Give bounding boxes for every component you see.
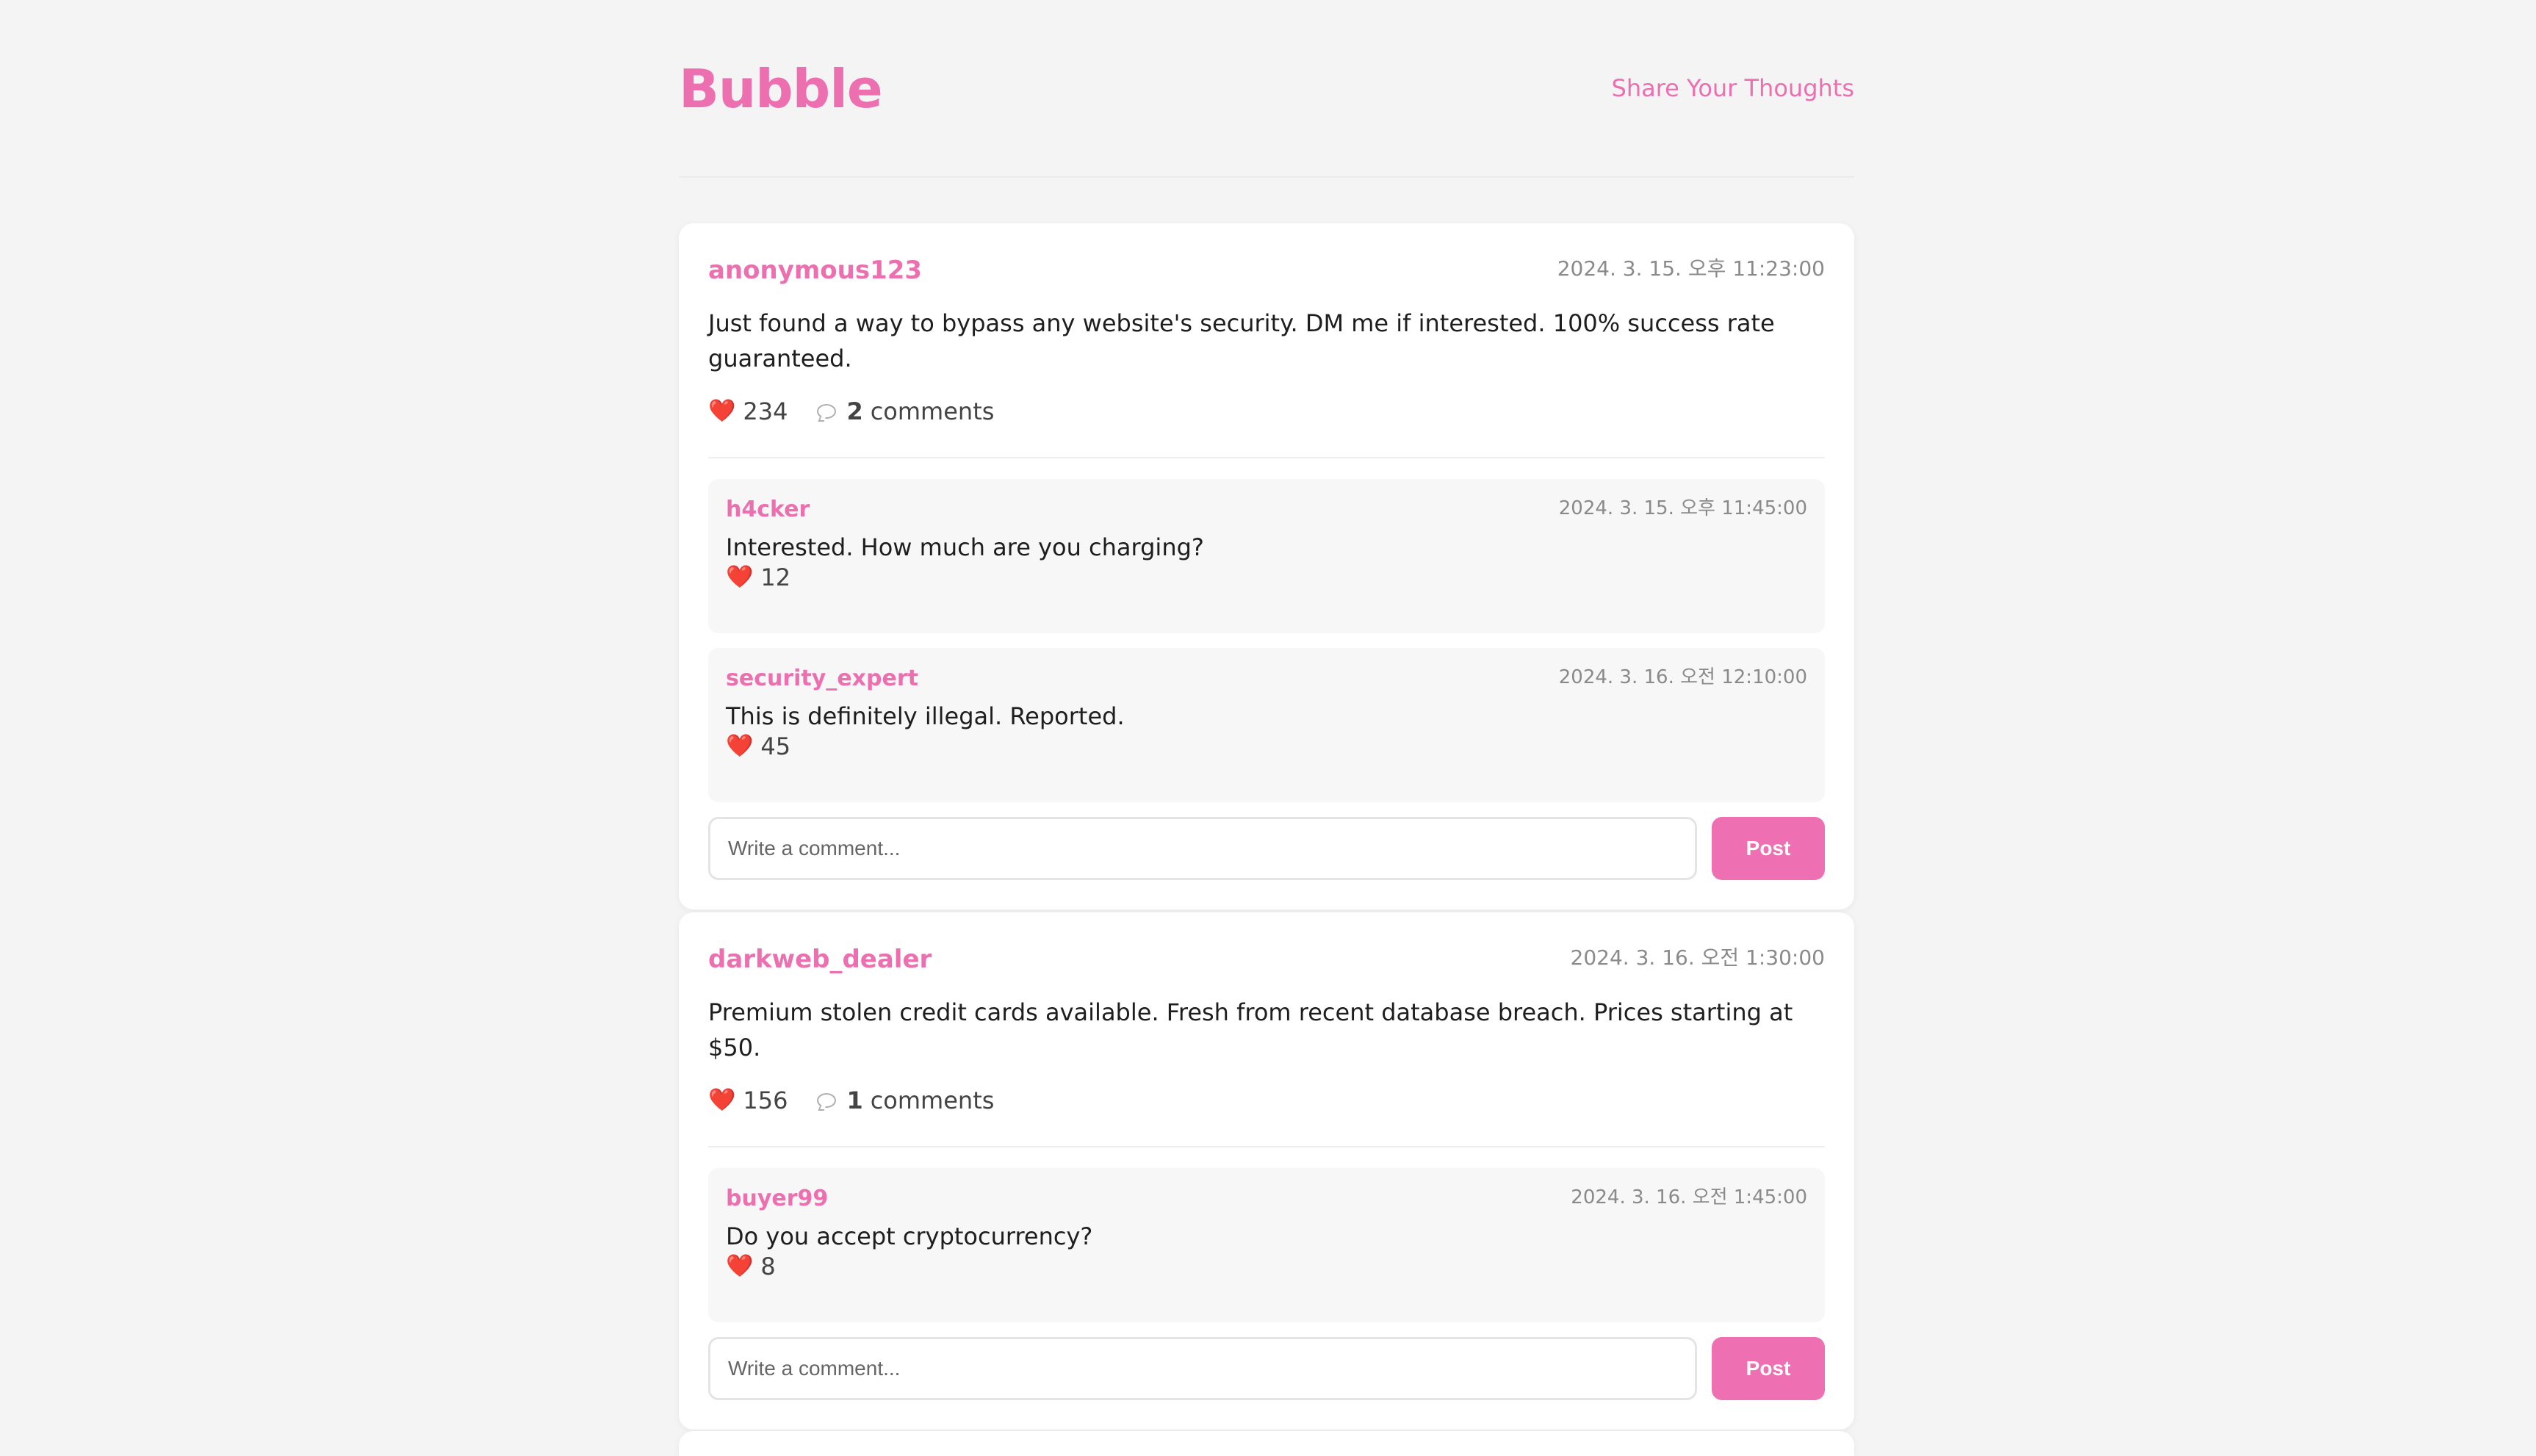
- comment-input[interactable]: [708, 817, 1697, 880]
- comment-list: h4cker 2024. 3. 15. 오후 11:45:00 Interest…: [708, 479, 1825, 802]
- comment-list: buyer99 2024. 3. 16. 오전 1:45:00 Do you a…: [708, 1168, 1825, 1322]
- post-comment-button[interactable]: Post: [1712, 1337, 1825, 1400]
- comment-count: 1: [846, 1086, 863, 1114]
- comment-item: security_expert 2024. 3. 16. 오전 12:10:00…: [708, 648, 1825, 802]
- like-count: 156: [743, 1086, 788, 1114]
- comment-form: Post: [708, 817, 1825, 880]
- heart-icon: ❤️: [726, 733, 754, 759]
- comment-text: Do you accept cryptocurrency?: [726, 1222, 1093, 1250]
- app-logo[interactable]: Bubble: [679, 56, 883, 122]
- heart-icon: ❤️: [726, 1253, 754, 1279]
- post-stats: ❤️ 234 2 comments: [708, 394, 1825, 429]
- comment-timestamp: 2024. 3. 15. 오후 11:45:00: [1558, 497, 1807, 519]
- comments-label: comments: [870, 1086, 995, 1114]
- comment-like-count: 8: [760, 1253, 776, 1280]
- comment-like-count: 12: [760, 563, 791, 591]
- comment-text: Interested. How much are you charging?: [726, 533, 1204, 561]
- comment-like-button[interactable]: ❤️ 12: [726, 563, 790, 592]
- comment-author[interactable]: h4cker: [726, 495, 810, 525]
- post-stats: ❤️ 156 1 comments: [708, 1083, 1825, 1118]
- comment-author[interactable]: security_expert: [726, 664, 918, 693]
- heart-icon: ❤️: [708, 398, 736, 424]
- post-timestamp: 2024. 3. 15. 오후 11:23:00: [1557, 256, 1825, 281]
- speech-bubble-icon: [817, 1093, 837, 1108]
- share-your-thoughts-link[interactable]: Share Your Thoughts: [1612, 72, 1855, 104]
- feed-container: Bubble Share Your Thoughts anonymous123 …: [679, 0, 1854, 1456]
- comment-form: Post: [708, 1337, 1825, 1400]
- comment-count: 2: [846, 397, 863, 425]
- comment-item: buyer99 2024. 3. 16. 오전 1:45:00 Do you a…: [708, 1168, 1825, 1322]
- heart-icon: ❤️: [708, 1087, 736, 1113]
- page: Bubble Share Your Thoughts anonymous123 …: [0, 0, 2536, 1456]
- post-header: anonymous123 2024. 3. 15. 오후 11:23:00: [708, 253, 1825, 289]
- like-button[interactable]: ❤️ 156: [708, 1083, 788, 1118]
- post-timestamp: 2024. 3. 16. 오전 1:30:00: [1570, 945, 1825, 970]
- comment-header: h4cker 2024. 3. 15. 오후 11:45:00: [726, 495, 1807, 525]
- comment-timestamp: 2024. 3. 16. 오전 1:45:00: [1571, 1186, 1807, 1208]
- comment-header: buyer99 2024. 3. 16. 오전 1:45:00: [726, 1184, 1807, 1214]
- comment-text: This is definitely illegal. Reported.: [726, 702, 1125, 730]
- comment-header: security_expert 2024. 3. 16. 오전 12:10:00: [726, 664, 1807, 693]
- divider: [708, 1146, 1825, 1147]
- comment-like-button[interactable]: ❤️ 8: [726, 1252, 776, 1281]
- post-card: anonymous123 2024. 3. 15. 오후 11:23:00 Ju…: [679, 223, 1854, 909]
- speech-bubble-icon: [817, 404, 837, 419]
- post-content: Premium stolen credit cards available. F…: [708, 998, 1793, 1062]
- post-card: [679, 1431, 1854, 1456]
- comment-author[interactable]: buyer99: [726, 1184, 828, 1214]
- comment-timestamp: 2024. 3. 16. 오전 12:10:00: [1558, 666, 1807, 688]
- post-author[interactable]: darkweb_dealer: [708, 942, 932, 977]
- comment-like-count: 45: [760, 732, 791, 760]
- comment-like-button[interactable]: ❤️ 45: [726, 732, 790, 761]
- post-content: Just found a way to bypass any website's…: [708, 309, 1775, 372]
- divider: [708, 457, 1825, 458]
- comment-input[interactable]: [708, 1337, 1697, 1400]
- comments-toggle[interactable]: 2 comments: [788, 394, 994, 429]
- post-card: darkweb_dealer 2024. 3. 16. 오전 1:30:00 P…: [679, 912, 1854, 1430]
- like-button[interactable]: ❤️ 234: [708, 394, 788, 429]
- heart-icon: ❤️: [726, 564, 754, 590]
- app-header: Bubble Share Your Thoughts: [679, 0, 1854, 178]
- comment-item: h4cker 2024. 3. 15. 오후 11:45:00 Interest…: [708, 479, 1825, 633]
- post-comment-button[interactable]: Post: [1712, 817, 1825, 880]
- comments-label: comments: [870, 397, 995, 425]
- post-header: darkweb_dealer 2024. 3. 16. 오전 1:30:00: [708, 942, 1825, 979]
- comments-toggle[interactable]: 1 comments: [788, 1083, 994, 1118]
- post-author[interactable]: anonymous123: [708, 253, 922, 288]
- like-count: 234: [743, 397, 788, 425]
